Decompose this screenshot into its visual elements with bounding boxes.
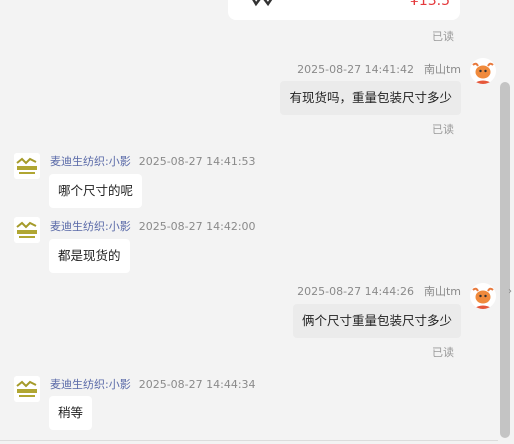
message-bubble[interactable]: 有现货吗，重量包装尺寸多少: [280, 81, 461, 115]
shop-logo-icon: [14, 376, 40, 402]
sender-name: 麦迪生纺织:小影: [50, 378, 131, 391]
message-time: 2025-08-27 14:44:34: [138, 378, 256, 391]
message-time: 2025-08-27 14:41:42: [297, 63, 414, 76]
message-bubble[interactable]: 稍等: [49, 396, 93, 430]
read-status: 已读: [432, 30, 454, 43]
user-avatar[interactable]: [470, 283, 496, 309]
user-avatar[interactable]: [470, 58, 496, 84]
message-time: 2025-08-27 14:41:53: [138, 155, 256, 168]
message-meta: 麦迪生纺织:小影 2025-08-27 14:42:00: [50, 218, 256, 234]
message-meta: 2025-08-27 14:41:42 南山tm: [297, 61, 461, 77]
sender-name: 麦迪生纺织:小影: [50, 155, 131, 168]
shop-logo-icon: [14, 153, 40, 179]
product-price: ¥13.5: [409, 0, 450, 9]
sender-name: 麦迪生纺织:小影: [50, 220, 131, 233]
message-bubble[interactable]: 哪个尺寸的呢: [49, 174, 143, 208]
shop-avatar[interactable]: [14, 376, 40, 402]
sender-name: 南山tm: [423, 285, 461, 298]
shop-logo-icon: [14, 217, 40, 243]
product-thumbnail-icon: [252, 0, 273, 7]
scrollbar-thumb[interactable]: [500, 82, 510, 438]
message-meta: 麦迪生纺织:小影 2025-08-27 14:41:53: [50, 153, 256, 169]
read-status: 已读: [432, 346, 454, 359]
cartoon-bull-avatar-icon: [470, 58, 496, 84]
cartoon-bull-avatar-icon: [470, 283, 496, 309]
chevron-right-icon[interactable]: ›: [508, 286, 512, 297]
message-time: 2025-08-27 14:42:00: [138, 220, 256, 233]
message-meta: 2025-08-27 14:44:26 南山tm: [297, 283, 461, 299]
read-status: 已读: [432, 123, 454, 136]
chat-history[interactable]: ¥13.5 已读 2025-08-27 14:41:42 南山tm 有现货吗，重量…: [0, 0, 498, 444]
message-meta: 麦迪生纺织:小影 2025-08-27 14:44:34: [50, 376, 256, 392]
message-bubble[interactable]: 俩个尺寸重量包装尺寸多少: [292, 304, 461, 338]
sender-name: 南山tm: [423, 63, 461, 76]
divider: [0, 440, 498, 441]
message-time: 2025-08-27 14:44:26: [297, 285, 414, 298]
product-card[interactable]: ¥13.5: [228, 0, 460, 20]
message-bubble[interactable]: 都是现货的: [49, 239, 130, 273]
shop-avatar[interactable]: [14, 153, 40, 179]
shop-avatar[interactable]: [14, 217, 40, 243]
